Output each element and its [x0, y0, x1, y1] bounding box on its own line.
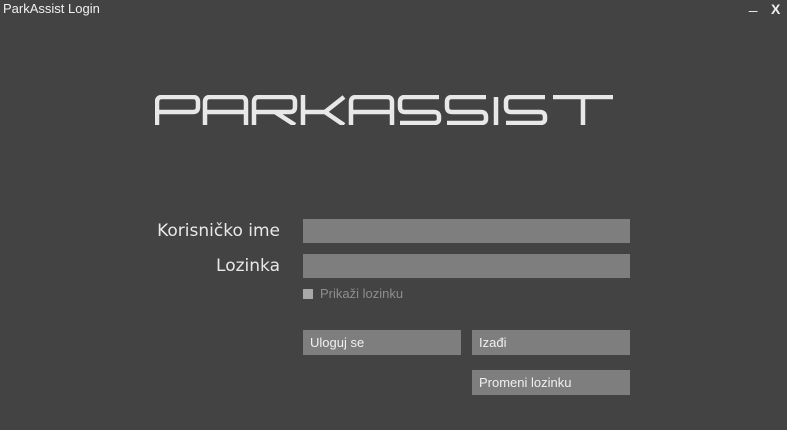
- window-title: ParkAssist Login: [3, 1, 100, 16]
- username-field[interactable]: [303, 219, 630, 243]
- show-password-checkbox[interactable]: [303, 288, 313, 299]
- password-field[interactable]: [303, 254, 630, 278]
- parkassist-logo: [155, 95, 613, 125]
- exit-button[interactable]: Izađi: [472, 330, 630, 355]
- show-password-label: Prikaži lozinku: [320, 286, 404, 301]
- change-password-button[interactable]: Promeni lozinku: [472, 370, 630, 395]
- close-button[interactable]: X: [771, 1, 780, 17]
- login-button[interactable]: Uloguj se: [303, 330, 461, 355]
- password-label: Lozinka: [216, 256, 280, 276]
- show-password-toggle[interactable]: Prikaži lozinku: [303, 286, 403, 301]
- minimize-button[interactable]: _: [749, 0, 757, 13]
- username-label: Korisničko ime: [157, 221, 280, 241]
- login-window: ParkAssist Login _ X Korisničko ime Lozi…: [0, 0, 787, 430]
